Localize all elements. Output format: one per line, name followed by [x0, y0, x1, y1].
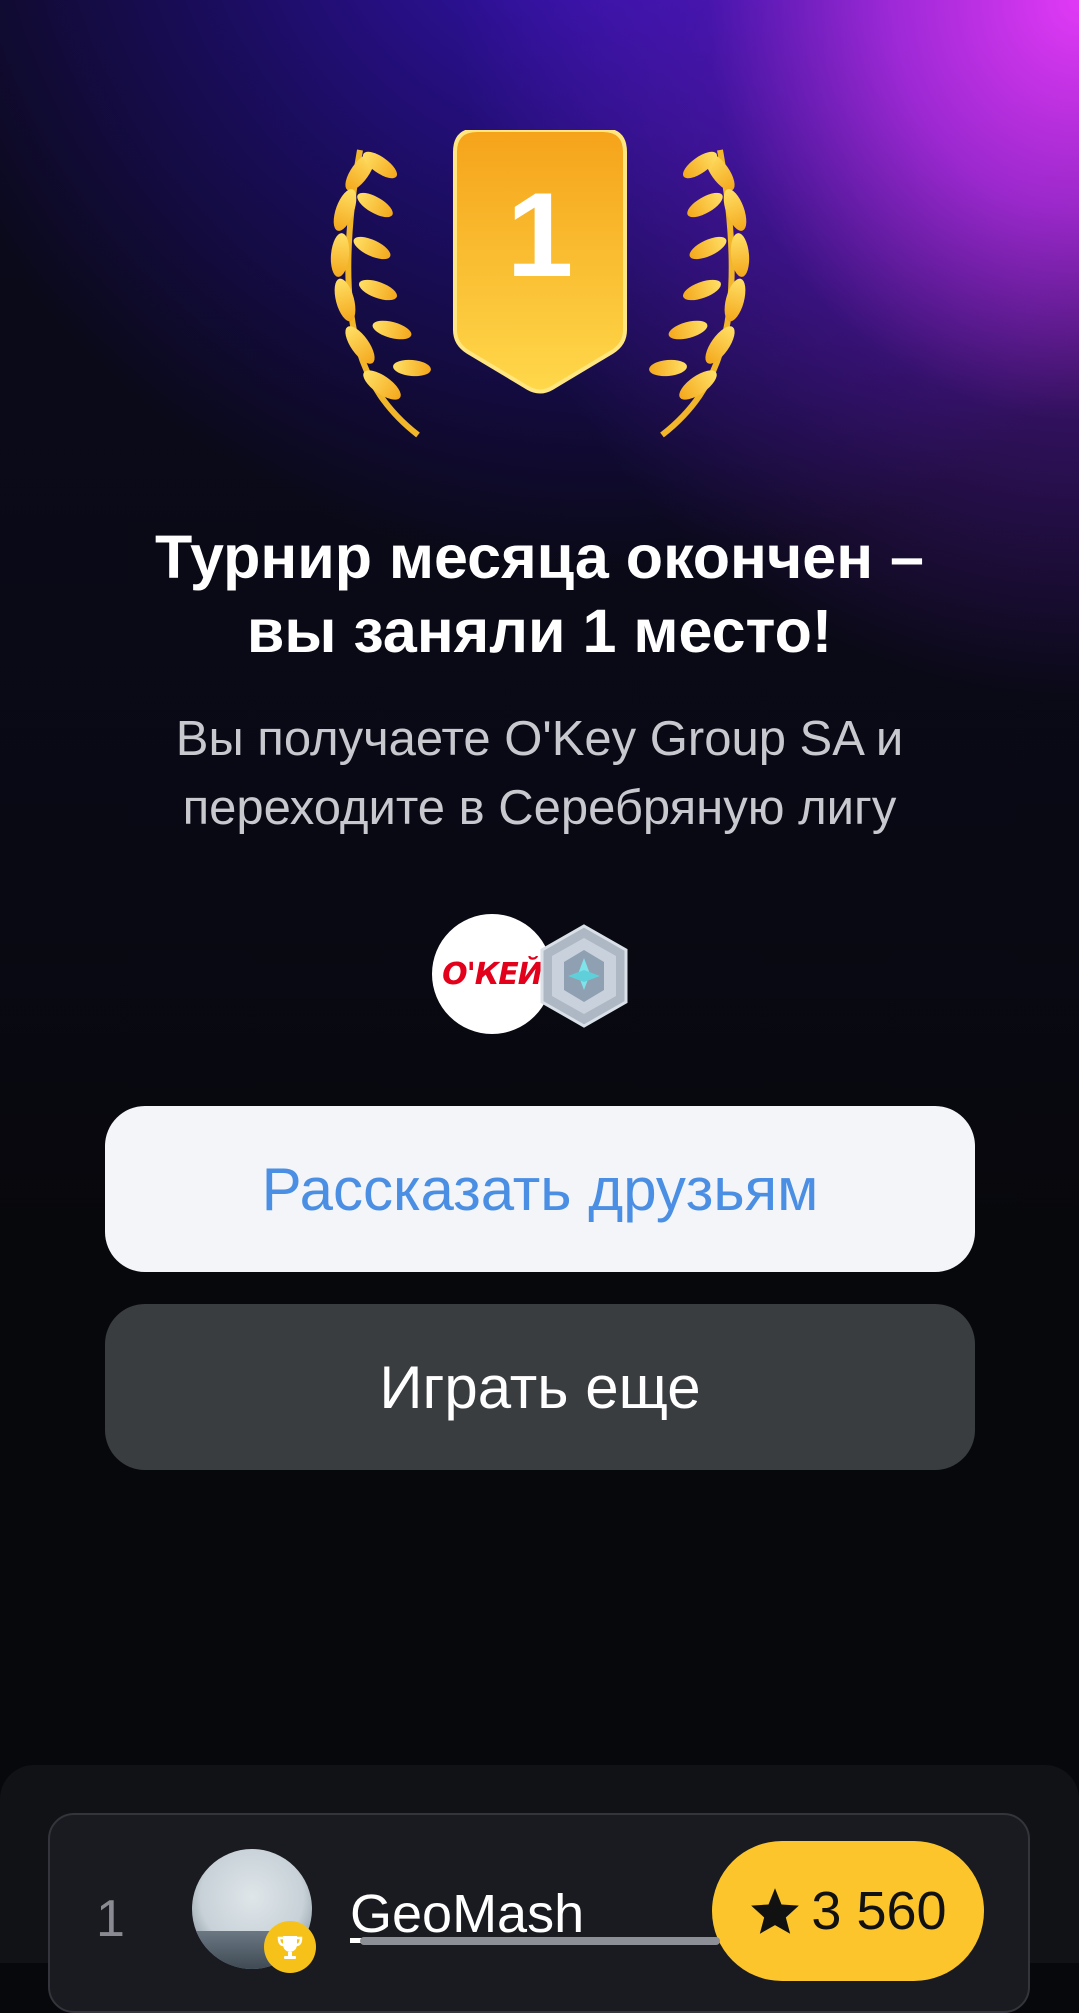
company-logo-text: О'КЕЙ	[442, 956, 543, 992]
player-name[interactable]: GeoMash	[350, 1883, 584, 1945]
play-again-button[interactable]: Играть еще	[105, 1304, 975, 1470]
score-value: 3 560	[811, 1881, 947, 1941]
star-icon	[751, 1888, 800, 1934]
place-number: 1	[506, 168, 574, 302]
result-title: Турнир месяца окончен – вы заняли 1 мест…	[155, 523, 924, 665]
score-badge: 3 560	[712, 1841, 984, 1981]
silver-league-badge-icon	[540, 924, 628, 1028]
result-subtitle: Вы получаете O'Key Group SA и переходите…	[175, 712, 904, 835]
okey-logo: О'КЕЙ	[432, 914, 552, 1034]
home-indicator[interactable]	[360, 1937, 720, 1945]
trophy-icon	[264, 1921, 316, 1973]
rewards-row: О'КЕЙ	[432, 912, 632, 1036]
first-place-emblem: 1	[300, 128, 780, 450]
rank-number: 1	[96, 1890, 125, 1948]
leaderboard-row[interactable]: 1 GeoMash 3 560	[48, 1813, 1030, 2013]
share-with-friends-button[interactable]: Рассказать друзьям	[105, 1106, 975, 1272]
